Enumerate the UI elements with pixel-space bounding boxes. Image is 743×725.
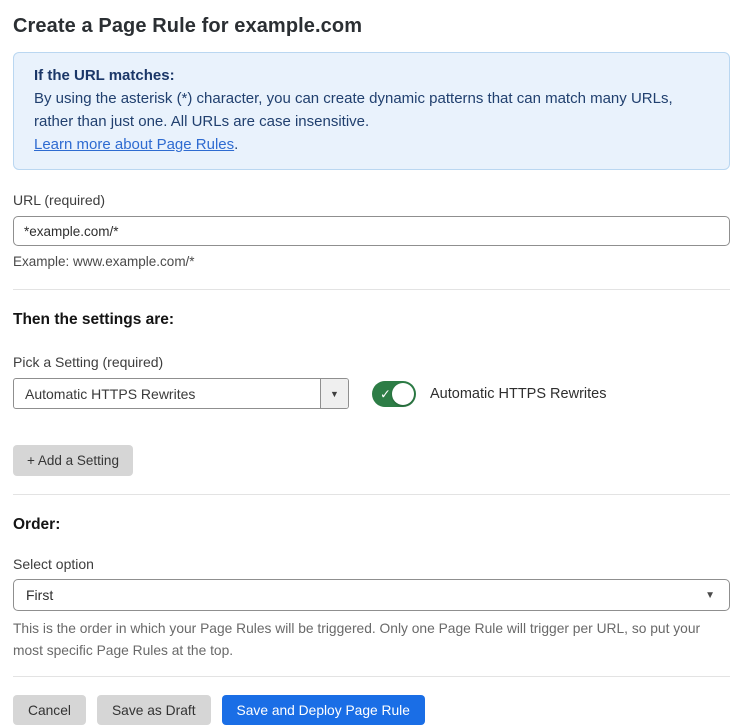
order-help-text: This is the order in which your Page Rul…	[13, 621, 701, 658]
info-box-link-line: Learn more about Page Rules.	[34, 133, 709, 156]
check-icon: ✓	[380, 386, 391, 401]
chevron-down-icon: ▼	[705, 589, 715, 601]
toggle-label: Automatic HTTPS Rewrites	[430, 385, 607, 402]
footer-actions: Cancel Save as Draft Save and Deploy Pag…	[13, 695, 730, 725]
setting-toggle[interactable]: ✓	[372, 380, 416, 407]
setting-dropdown-value: Automatic HTTPS Rewrites	[25, 385, 196, 402]
link-suffix: .	[234, 136, 239, 153]
info-box-body: By using the asterisk (*) character, you…	[34, 90, 673, 130]
order-select[interactable]: First ▼	[13, 579, 730, 611]
divider	[13, 289, 730, 290]
url-field-label: URL (required)	[13, 192, 106, 208]
cancel-button[interactable]: Cancel	[13, 695, 86, 725]
chevron-down-icon: ▼	[330, 388, 339, 399]
add-setting-button[interactable]: + Add a Setting	[13, 445, 133, 476]
url-matches-info-box: If the URL matches: By using the asteris…	[13, 52, 730, 170]
order-select-label: Select option	[13, 556, 94, 572]
divider	[13, 494, 730, 495]
learn-more-link[interactable]: Learn more about Page Rules	[34, 136, 234, 153]
info-box-heading: If the URL matches:	[34, 67, 175, 84]
order-section-heading: Order:	[13, 516, 61, 533]
settings-section-heading: Then the settings are:	[13, 311, 175, 328]
toggle-knob	[392, 382, 414, 405]
dropdown-button[interactable]: ▼	[320, 379, 348, 408]
url-field-hint: Example: www.example.com/*	[13, 254, 195, 269]
url-input[interactable]	[13, 216, 730, 246]
pick-setting-label: Pick a Setting (required)	[13, 354, 164, 370]
setting-row: Automatic HTTPS Rewrites ▼ ✓ Automatic H…	[13, 378, 730, 409]
setting-dropdown[interactable]: Automatic HTTPS Rewrites ▼	[13, 378, 349, 409]
order-select-value: First	[26, 587, 54, 603]
save-draft-button[interactable]: Save as Draft	[96, 695, 211, 725]
page-title: Create a Page Rule for example.com	[13, 15, 363, 37]
save-deploy-button[interactable]: Save and Deploy Page Rule	[221, 695, 425, 725]
divider	[13, 676, 730, 677]
